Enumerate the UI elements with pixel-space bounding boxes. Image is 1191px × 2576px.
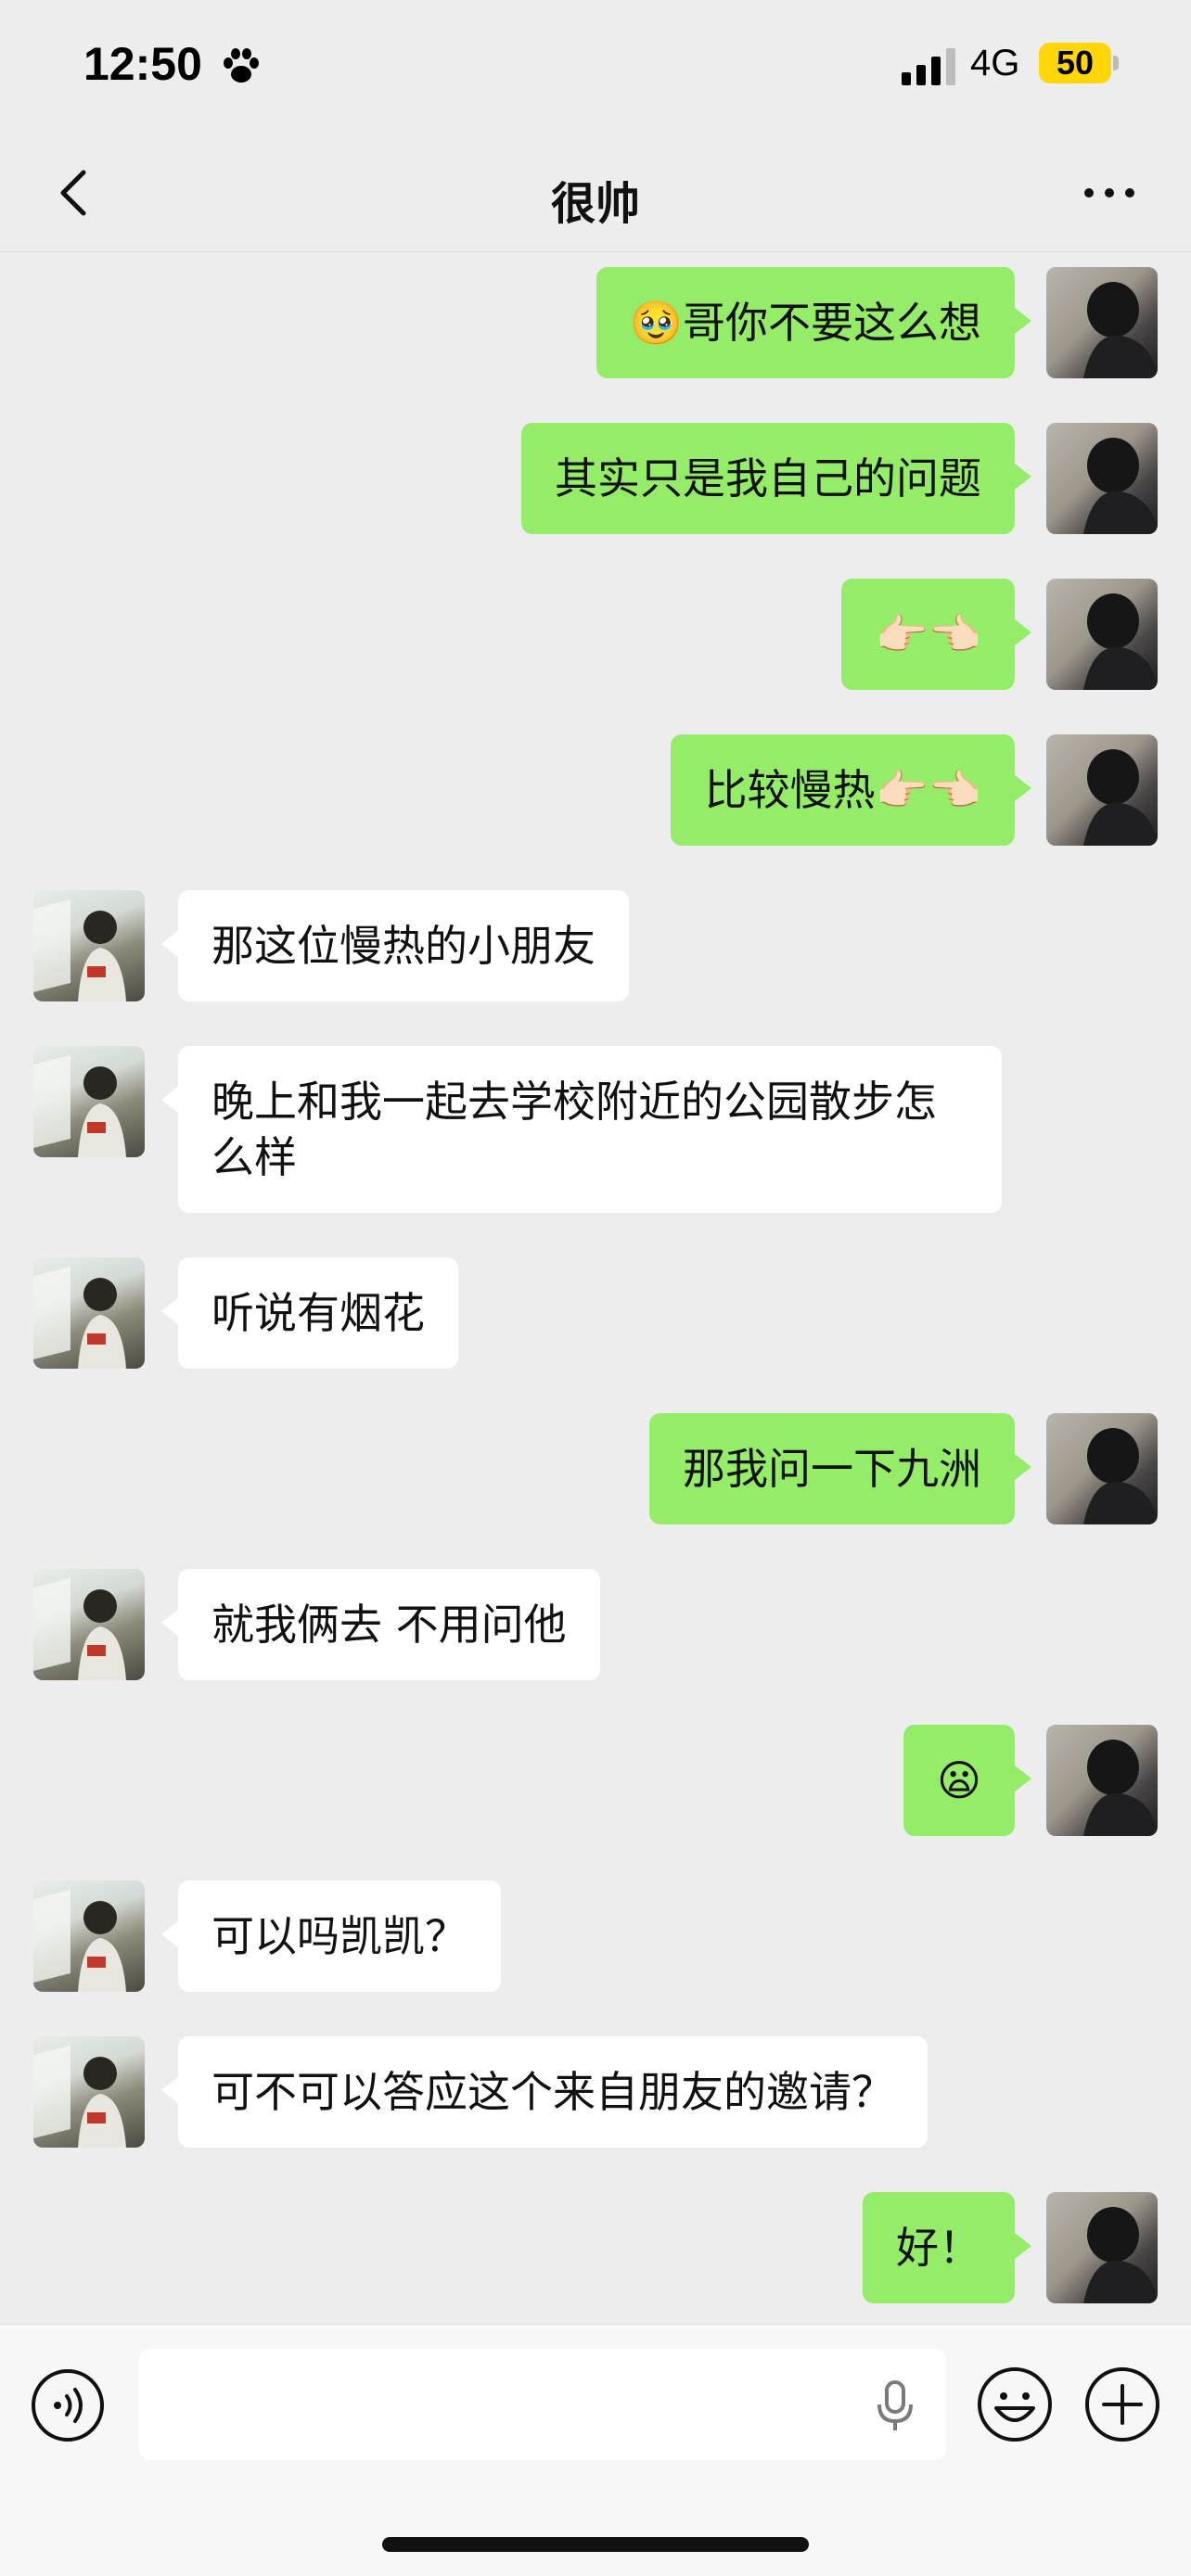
message-bubble-self[interactable]: 好！ <box>863 2192 1031 2303</box>
chat-title: 很帅 <box>550 178 640 230</box>
more-icon[interactable] <box>1082 184 1137 202</box>
message-bubble-other[interactable]: 就我俩去 不用问他 <box>161 1569 600 1680</box>
battery-indicator: 50 <box>1039 43 1111 83</box>
network-type: 4G <box>970 43 1020 83</box>
emoji-icon[interactable] <box>976 2366 1054 2443</box>
avatar[interactable] <box>1046 2192 1158 2303</box>
message-bubble-other[interactable]: 可以吗凯凯？ <box>161 1881 501 1992</box>
avatar[interactable] <box>1046 579 1158 690</box>
avatar[interactable] <box>33 1881 145 1992</box>
message-bubble-self[interactable]: 😦 <box>903 1725 1031 1836</box>
nav-bar: 很帅 <box>0 139 1191 252</box>
plus-icon[interactable] <box>1083 2366 1161 2443</box>
message-bubble-other[interactable]: 那这位慢热的小朋友 <box>161 890 629 1001</box>
voice-icon[interactable] <box>30 2367 106 2443</box>
message-bubble-self[interactable]: 🥹哥你不要这么想 <box>596 267 1032 378</box>
message-bubble-other[interactable]: 可不可以答应这个来自朋友的邀请？ <box>161 2036 928 2148</box>
paw-icon <box>224 48 259 83</box>
avatar[interactable] <box>33 1257 145 1369</box>
avatar[interactable] <box>33 1569 145 1680</box>
home-indicator <box>382 2537 809 2552</box>
message-bubble-self[interactable]: 👉🏻👈🏻 <box>841 579 1031 690</box>
message-bubble-other[interactable]: 听说有烟花 <box>161 1257 458 1369</box>
avatar[interactable] <box>33 1046 145 1157</box>
avatar[interactable] <box>1046 423 1158 534</box>
signal-icon <box>902 48 955 85</box>
avatar[interactable] <box>33 2036 145 2148</box>
avatar[interactable] <box>1046 267 1158 378</box>
message-input[interactable] <box>139 2349 946 2460</box>
battery-tip <box>1113 56 1119 70</box>
message-bubble-self[interactable]: 比较慢热👉🏻👈🏻 <box>671 734 1031 846</box>
message-bubble-self[interactable]: 那我问一下九洲 <box>649 1413 1031 1524</box>
avatar[interactable] <box>1046 1413 1158 1524</box>
status-time: 12:50 <box>83 38 202 90</box>
message-bubble-other[interactable]: 晚上和我一起去学校附近的公园散步怎么样 <box>161 1046 1002 1213</box>
status-bar: 12:50 4G 50 <box>0 0 1191 139</box>
avatar[interactable] <box>33 890 145 1001</box>
avatar[interactable] <box>1046 734 1158 846</box>
message-bubble-self[interactable]: 其实只是我自己的问题 <box>521 423 1031 534</box>
avatar[interactable] <box>1046 1725 1158 1836</box>
mic-icon[interactable] <box>872 2378 918 2434</box>
message-list[interactable]: 🥹哥你不要这么想 其实只是我自己的问题 👉🏻👈🏻 比较慢热👉🏻👈🏻 那这位慢热的… <box>0 252 1191 2324</box>
